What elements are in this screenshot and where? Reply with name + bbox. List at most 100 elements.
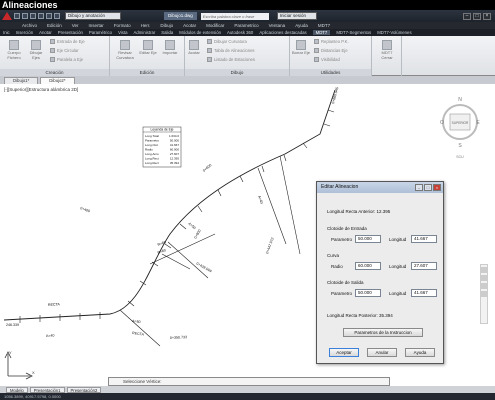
undo-icon[interactable]: [46, 13, 52, 19]
dimension-icon: [189, 40, 199, 50]
tab-autodesk360[interactable]: Autodesk 360: [227, 30, 253, 35]
curva-longitud-input[interactable]: 27.607: [411, 262, 437, 270]
entrada-eje-button[interactable]: Entrada de Eje: [50, 39, 85, 44]
new-icon[interactable]: [14, 13, 20, 19]
instruction-params-button[interactable]: Parametros de la Instruccion: [343, 328, 423, 337]
tab-parametrico[interactable]: Paramétrico: [89, 30, 112, 35]
dialog-close-icon[interactable]: ×: [433, 184, 441, 191]
curva-radio-label: Radio: [331, 264, 343, 269]
ucs-y-label: Y: [9, 350, 12, 355]
menu-parametrico[interactable]: Parametrico: [234, 23, 258, 28]
paralela-eje-button[interactable]: Paralela a Eje: [50, 57, 83, 62]
salida-parametro-input[interactable]: 50.000: [355, 289, 381, 297]
cuerpo-fichero-button[interactable]: Cuerpo Fichero: [4, 40, 24, 60]
workspace-select[interactable]: Dibujo y anotación: [65, 12, 121, 20]
open-icon[interactable]: [22, 13, 28, 19]
distancias-eje-button[interactable]: Distancias Eje: [314, 48, 348, 53]
save-icon[interactable]: [30, 13, 36, 19]
menu-herr[interactable]: Herr.: [141, 23, 151, 28]
layout-tabs: Modelo Presentación1 Presentación2: [0, 386, 495, 393]
doc-tab-dibujo1[interactable]: Dibujo1*: [4, 77, 39, 84]
label-recta-left: RECTA: [48, 302, 61, 307]
tab-anotar[interactable]: Anotar: [39, 30, 52, 35]
minimize-icon[interactable]: –: [463, 12, 471, 20]
menu-formato[interactable]: Formato: [114, 23, 131, 28]
entrada-parametro-label: Parametro: [331, 237, 353, 242]
delete-icon: [296, 40, 306, 50]
menu-modificar[interactable]: Modificar: [206, 23, 224, 28]
navigation-bar: [480, 264, 488, 324]
tab-salida[interactable]: Salida: [161, 30, 173, 35]
viewcube[interactable]: SUPERIOR N S E O SCU: [440, 92, 480, 162]
acotar-button[interactable]: Acotar: [185, 40, 203, 56]
tab-inicio[interactable]: Inic: [3, 30, 10, 35]
editar-eje-button[interactable]: Editar Eje: [138, 40, 158, 56]
orbit-icon[interactable]: [481, 283, 487, 289]
sign-in-button[interactable]: Iniciar sesión: [276, 12, 317, 20]
tab-insercion[interactable]: Inserción: [16, 30, 33, 35]
label-station-439: 0+439.099: [196, 261, 213, 273]
edit-alignment-dialog: Editar Alineacion – □ × Longitud Recta A…: [316, 181, 444, 364]
autocad-logo-icon[interactable]: [0, 10, 14, 22]
legend-row-value: 27.607: [170, 152, 180, 156]
legend-row-label: Parametro: [145, 139, 159, 143]
tab-vista[interactable]: Vista: [118, 30, 127, 35]
legend-row-value: 1.634.0: [169, 134, 179, 138]
maximize-icon[interactable]: □: [473, 12, 481, 20]
layout-tab-presentacion2[interactable]: Presentación2: [66, 386, 102, 393]
tab-mdt7-volumenes[interactable]: MDT7-Volúmenes: [377, 30, 411, 35]
showmotion-icon[interactable]: [481, 291, 487, 297]
redo-icon[interactable]: [54, 13, 60, 19]
pan-icon[interactable]: [481, 267, 487, 273]
dibujar-ejes-button[interactable]: Dibujar Ejes: [26, 40, 46, 60]
borrar-eje-button[interactable]: Borrar Eje: [292, 40, 310, 56]
aceptar-button[interactable]: Aceptar: [329, 348, 359, 357]
tab-presentacion[interactable]: Presentación: [58, 30, 83, 35]
tab-mdt7[interactable]: MDT7: [312, 30, 331, 35]
curva-radio-input[interactable]: 60.000: [355, 262, 381, 270]
tab-administrar[interactable]: Administrar: [134, 30, 156, 35]
search-input[interactable]: Escriba palabra clave o frase: [200, 12, 269, 20]
importar-button[interactable]: Importar: [160, 40, 180, 56]
listado-estaciones-button[interactable]: Listado de Estaciones: [207, 57, 255, 62]
mdt7-cerrar-button[interactable]: MDT7 Cerrar: [376, 40, 398, 60]
menu-ayuda[interactable]: Ayuda: [295, 23, 308, 28]
ribbon: Cuerpo Fichero Dibujar Ejes Entrada de E…: [0, 36, 495, 76]
revisar-curvatura-button[interactable]: Revisar Curvatura: [114, 40, 136, 60]
doc-tab-dibujo2[interactable]: Dibujo2*: [40, 77, 75, 84]
menu-mdt7[interactable]: MDT7: [318, 23, 330, 28]
zoom-icon[interactable]: [481, 275, 487, 281]
menu-archivo[interactable]: Archivo: [22, 23, 37, 28]
salida-longitud-input[interactable]: 41.667: [411, 289, 437, 297]
layout-tab-modelo[interactable]: Modelo: [6, 386, 28, 393]
dibujar-curvatura-button[interactable]: Dibujar Curvatura: [207, 39, 247, 44]
list-icon: [207, 57, 212, 62]
panel-creacion: Cuerpo Fichero Dibujar Ejes Entrada de E…: [0, 36, 110, 76]
menu-ver[interactable]: Ver: [72, 23, 79, 28]
entrada-parametro-input[interactable]: 50.000: [355, 235, 381, 243]
menu-acotar[interactable]: Acotar: [183, 23, 196, 28]
tabla-alineaciones-button[interactable]: Tabla de Alineaciones: [207, 48, 255, 53]
ayuda-button[interactable]: Ayuda: [405, 348, 435, 357]
menu-dibujo[interactable]: Dibujo: [160, 23, 173, 28]
coordinates-readout: 1056.3899, 40917.5798, 0.0000: [4, 394, 61, 399]
dialog-maximize-icon[interactable]: □: [424, 184, 432, 191]
tab-modulos[interactable]: Módulos de extensión: [179, 30, 221, 35]
print-icon[interactable]: [38, 13, 44, 19]
curve-icon: [207, 39, 212, 44]
visibilidad-button[interactable]: Visibilidad: [314, 57, 340, 62]
entrada-longitud-input[interactable]: 41.667: [411, 235, 437, 243]
layout-tab-presentacion1[interactable]: Presentación1: [29, 386, 65, 393]
anular-button[interactable]: Anular: [367, 348, 397, 357]
menu-edicion[interactable]: Edición: [47, 23, 62, 28]
command-line[interactable]: Seleccione Vértice:: [108, 377, 390, 386]
menu-insertar[interactable]: Insertar: [89, 23, 104, 28]
tab-aplicaciones[interactable]: Aplicaciones destacadas: [259, 30, 306, 35]
replanteo-button[interactable]: Replanteo P.K.: [314, 39, 349, 44]
dialog-minimize-icon[interactable]: –: [415, 184, 423, 191]
close-icon[interactable]: ×: [483, 12, 491, 20]
tab-mdt7-segmentos[interactable]: MDT7-Segmentos: [336, 30, 371, 35]
menu-ventana[interactable]: Ventana: [269, 23, 286, 28]
eje-circular-button[interactable]: Eje Circular: [50, 48, 79, 53]
stakeout-icon: [314, 39, 319, 44]
